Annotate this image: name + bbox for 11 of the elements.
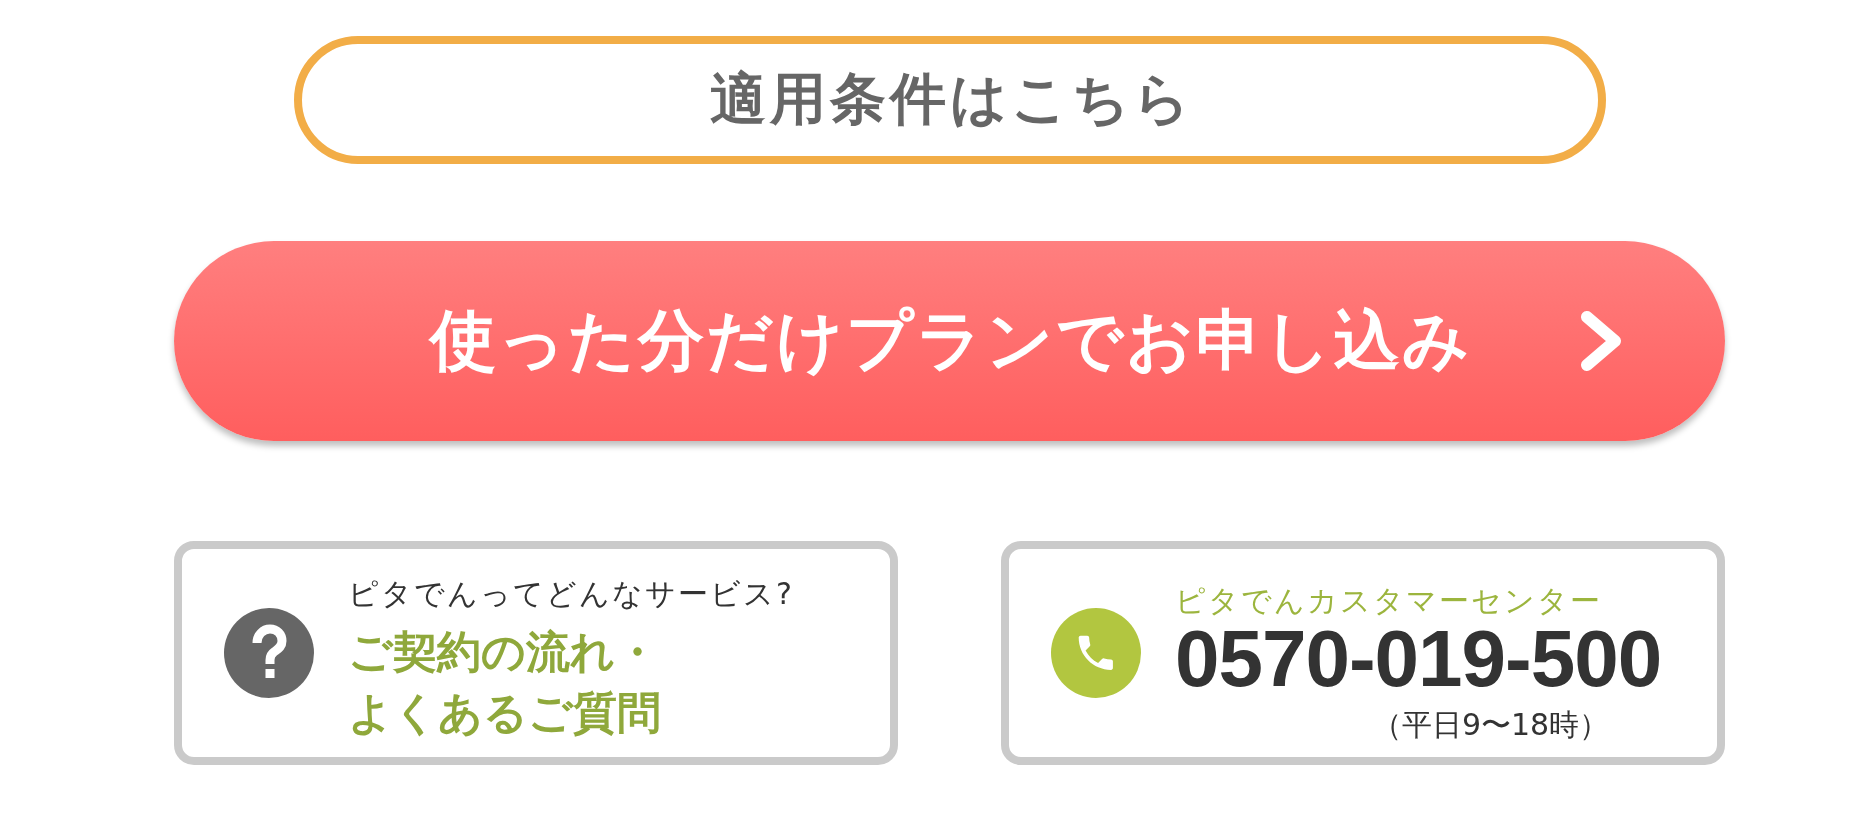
chevron-right-icon bbox=[1579, 309, 1623, 373]
faq-link-card[interactable]: ピタでんってどんなサービス? ご契約の流れ・よくあるご質問 bbox=[174, 541, 898, 765]
contact-center-card[interactable]: ピタでんカスタマーセンター 0570-019-500 （平日9〜18時） bbox=[1001, 541, 1725, 765]
faq-link-text: ご契約の流れ・よくあるご質問 bbox=[348, 625, 662, 740]
contact-center-caption: ピタでんカスタマーセンター bbox=[1175, 582, 1602, 619]
question-icon bbox=[224, 608, 314, 698]
faq-caption: ピタでんってどんなサービス? bbox=[348, 576, 794, 612]
business-hours: （平日9〜18時） bbox=[1371, 706, 1610, 743]
phone-number: 0570-019-500 bbox=[1175, 622, 1662, 695]
phone-icon bbox=[1051, 608, 1141, 698]
conditions-button[interactable]: 適用条件はこちら bbox=[293, 36, 1606, 164]
